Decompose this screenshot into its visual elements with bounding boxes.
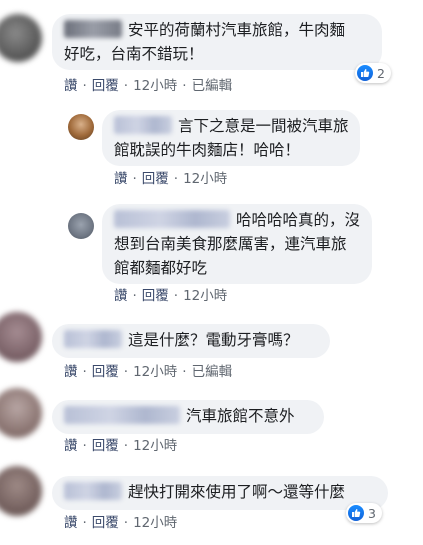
timestamp[interactable]: 12小時	[133, 78, 177, 94]
reaction-count: 3	[368, 505, 376, 521]
comment-text: 哈哈哈哈真的，沒	[236, 211, 361, 229]
commenter-name[interactable]	[114, 116, 172, 134]
timestamp[interactable]: 12小時	[183, 288, 227, 304]
comment-actions: 讚 · 回覆 · 12小時	[114, 171, 228, 187]
commenter-name[interactable]	[64, 20, 122, 38]
comment-actions: 讚 · 回覆 · 12小時	[114, 288, 228, 304]
comment-bubble: 這是什麼？電動牙膏嗎？	[52, 324, 330, 358]
comment-text: 汽車旅館不意外	[186, 407, 295, 425]
comment-text: 想到台南美食那麼厲害，連汽車旅	[114, 235, 347, 253]
comment-text: 安平的荷蘭村汽車旅館，牛肉麵	[128, 21, 346, 39]
reply-button[interactable]: 回覆	[142, 288, 169, 304]
commenter-name[interactable]	[114, 210, 230, 228]
comment-text: 言下之意是一間被汽車旅	[178, 117, 349, 135]
comment-actions: 讚 · 回覆 · 12小時 · 已編輯	[64, 78, 233, 94]
like-button[interactable]: 讚	[64, 364, 78, 380]
reply-button[interactable]: 回覆	[92, 515, 119, 531]
like-button[interactable]: 讚	[64, 515, 78, 531]
comment-actions: 讚 · 回覆 · 12小時	[64, 515, 178, 531]
comment-text: 趕快打開來使用了啊～還等什麼	[128, 483, 346, 501]
like-icon	[357, 65, 373, 81]
edited-label[interactable]: 已編輯	[192, 78, 233, 94]
commenter-name[interactable]	[64, 406, 180, 424]
avatar[interactable]	[68, 114, 94, 140]
reaction-badge[interactable]: 2	[355, 63, 391, 83]
comment-bubble: 言下之意是一間被汽車旅 館耽誤的牛肉麵店！哈哈！	[102, 110, 360, 166]
comment-bubble: 汽車旅館不意外	[52, 400, 324, 434]
reaction-count: 2	[377, 65, 385, 81]
like-button[interactable]: 讚	[114, 288, 128, 304]
comment-text: 館都麵都好吃	[114, 259, 208, 277]
like-button[interactable]: 讚	[64, 78, 78, 94]
timestamp[interactable]: 12小時	[133, 515, 177, 531]
comment-bubble: 安平的荷蘭村汽車旅館，牛肉麵 好吃，台南不錯玩！	[52, 14, 382, 70]
comment-text: 好吃，台南不錯玩！	[64, 45, 204, 63]
comment-bubble: 趕快打開來使用了啊～還等什麼	[52, 476, 388, 510]
comment-actions: 讚 · 回覆 · 12小時	[64, 438, 178, 454]
commenter-name[interactable]	[64, 330, 122, 348]
comment-text: 館耽誤的牛肉麵店！哈哈！	[114, 141, 301, 159]
timestamp[interactable]: 12小時	[133, 438, 177, 454]
avatar[interactable]	[0, 388, 42, 438]
timestamp[interactable]: 12小時	[133, 364, 177, 380]
timestamp[interactable]: 12小時	[183, 171, 227, 187]
comment-actions: 讚 · 回覆 · 12小時 · 已編輯	[64, 364, 233, 380]
avatar[interactable]	[0, 466, 42, 516]
comment-bubble: 哈哈哈哈真的，沒 想到台南美食那麼厲害，連汽車旅 館都麵都好吃	[102, 204, 372, 284]
reply-button[interactable]: 回覆	[142, 171, 169, 187]
reply-button[interactable]: 回覆	[92, 364, 119, 380]
reply-button[interactable]: 回覆	[92, 78, 119, 94]
like-icon	[348, 505, 364, 521]
reply-button[interactable]: 回覆	[92, 438, 119, 454]
edited-label[interactable]: 已編輯	[192, 364, 233, 380]
like-button[interactable]: 讚	[64, 438, 78, 454]
avatar[interactable]	[0, 14, 42, 62]
comment-text: 這是什麼？電動牙膏嗎？	[128, 331, 299, 349]
reaction-badge[interactable]: 3	[346, 503, 382, 523]
avatar[interactable]	[68, 213, 94, 239]
like-button[interactable]: 讚	[114, 171, 128, 187]
avatar[interactable]	[0, 312, 42, 362]
commenter-name[interactable]	[64, 482, 122, 500]
